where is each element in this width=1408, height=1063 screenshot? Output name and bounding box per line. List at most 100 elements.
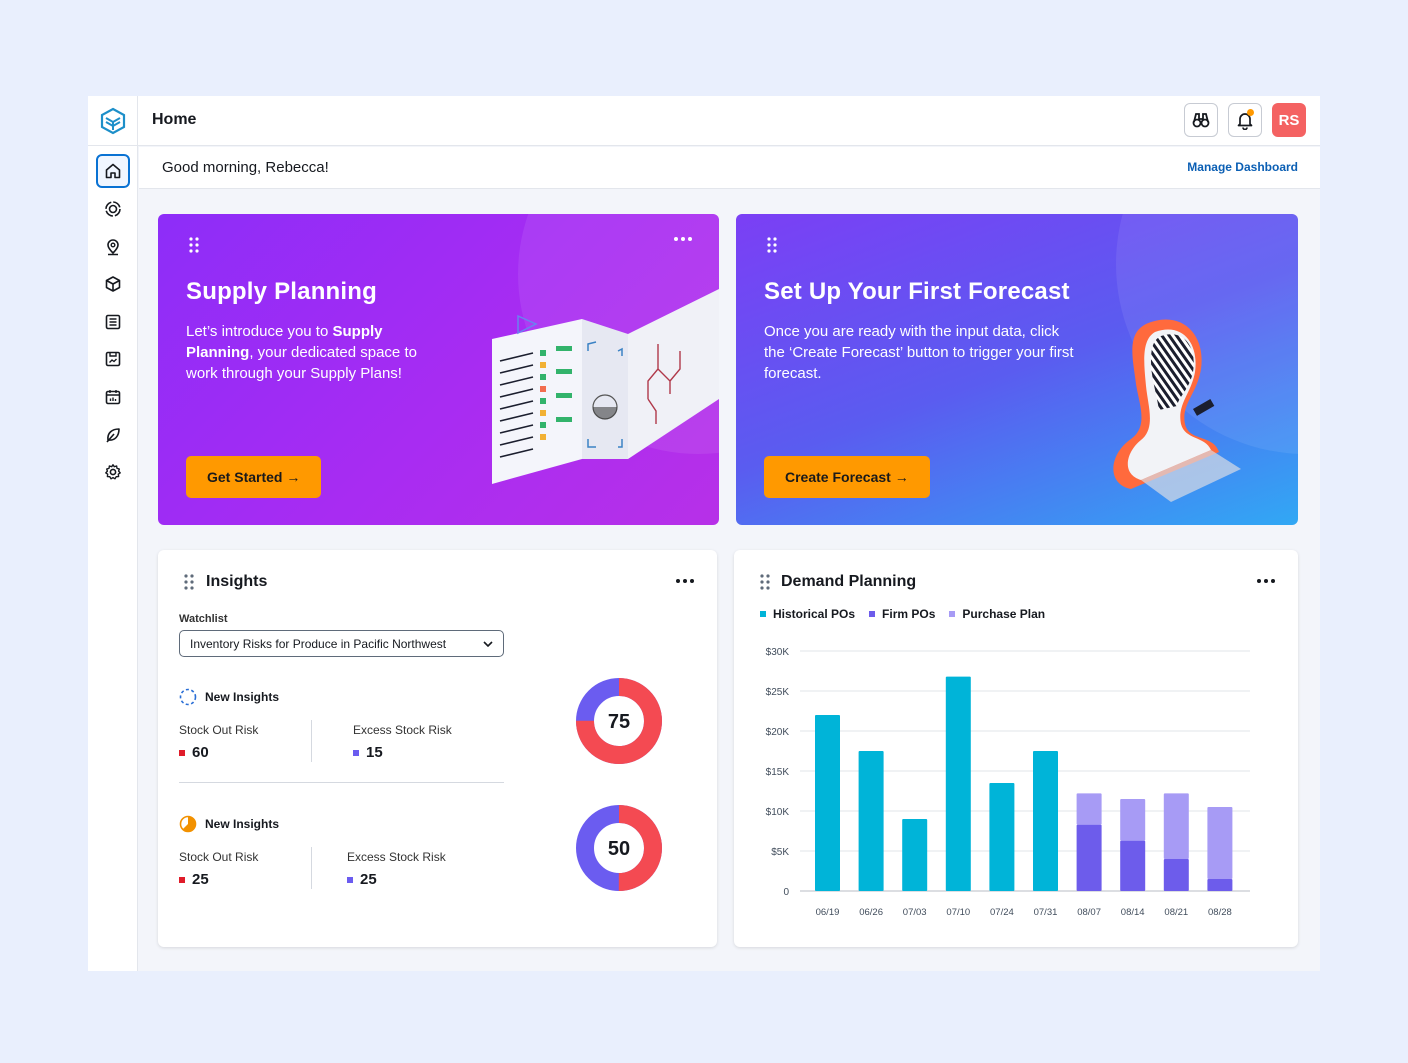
sidebar-item-home[interactable]	[96, 154, 130, 188]
chevron-down-icon	[483, 640, 493, 647]
pending-circle-icon	[179, 688, 197, 706]
x-tick-label: 08/28	[1208, 907, 1232, 918]
greeting-text: Good morning, Rebecca!	[162, 159, 329, 176]
stock-out-risk-label: Stock Out Risk	[179, 850, 259, 864]
sidebar-item-settings[interactable]	[96, 455, 130, 489]
x-tick-label: 08/14	[1121, 907, 1145, 918]
bar	[989, 783, 1015, 891]
watchlist-value: Inventory Risks for Produce in Pacific N…	[190, 636, 447, 651]
notification-dot	[1247, 109, 1254, 116]
sidebar	[88, 146, 138, 971]
supply-planning-illustration	[492, 289, 719, 484]
donut-total: 50	[608, 838, 630, 860]
excess-stock-risk-label: Excess Stock Risk	[347, 850, 446, 864]
supply-planning-banner: Supply Planning Let’s introduce you to S…	[158, 214, 719, 525]
excess-stock-risk-label: Excess Stock Risk	[353, 723, 452, 737]
sidebar-item-list[interactable]	[96, 305, 130, 339]
leaf-icon	[106, 428, 120, 443]
y-tick-label: $5K	[771, 847, 789, 858]
sidebar-item-inventory[interactable]	[96, 267, 130, 301]
demand-bar-chart: 0 $5K $10K $15K $20K $25K $30K 06/19 06/26 07/03 0…	[766, 647, 1250, 918]
home-icon	[105, 163, 121, 179]
donut-total: 75	[608, 711, 630, 733]
app-frame: Home RS Good morning, Rebecca! Manage Da…	[88, 96, 1320, 971]
bar	[1163, 793, 1189, 859]
bar	[815, 715, 840, 891]
bar	[1076, 824, 1102, 891]
stock-out-risk-label: Stock Out Risk	[179, 723, 259, 737]
manage-dashboard-link[interactable]: Manage Dashboard	[1187, 160, 1298, 174]
top-bar: Home RS	[88, 96, 1320, 146]
drag-handle-icon[interactable]	[183, 573, 195, 591]
sidebar-item-sustainability[interactable]	[96, 418, 130, 452]
sidebar-item-reports[interactable]	[96, 342, 130, 376]
binoculars-button[interactable]	[1184, 103, 1218, 137]
report-icon	[105, 351, 121, 367]
sidebar-item-locations[interactable]	[96, 230, 130, 264]
y-tick-label: $10K	[766, 807, 790, 818]
drag-handle-icon[interactable]	[766, 236, 778, 254]
bar	[1207, 879, 1233, 891]
forecast-illustration	[1113, 319, 1241, 502]
y-tick-label: $30K	[766, 647, 790, 658]
bar	[902, 819, 928, 891]
more-options-icon[interactable]	[673, 236, 693, 242]
demand-planning-card: Demand Planning Historical POs Firm POs Pu…	[734, 550, 1298, 947]
bar	[1163, 859, 1189, 891]
watchlist-select[interactable]: Inventory Risks for Produce in Pacific N…	[179, 630, 504, 657]
y-tick-label: 0	[783, 887, 789, 898]
risk-donut-chart: 50	[576, 805, 662, 891]
supply-planning-description: Let’s introduce you to Supply Planning, …	[186, 323, 417, 382]
top-actions: RS	[1184, 103, 1306, 137]
create-forecast-button[interactable]: Create Forecast →	[764, 456, 930, 498]
bar	[1207, 807, 1233, 879]
y-tick-label: $25K	[766, 687, 790, 698]
app-logo-icon[interactable]	[88, 96, 138, 146]
bar	[1120, 840, 1146, 891]
sidebar-item-calendar[interactable]	[96, 380, 130, 414]
sidebar-item-target[interactable]	[96, 192, 130, 226]
bar	[1076, 793, 1102, 825]
x-tick-label: 07/10	[946, 907, 970, 918]
binoculars-icon	[1192, 113, 1210, 128]
more-options-icon[interactable]	[675, 578, 695, 584]
insights-card: Insights Watchlist Inventory Risks for P…	[158, 550, 717, 947]
first-forecast-banner: Set Up Your First Forecast Once you are …	[736, 214, 1298, 525]
watchlist-label: Watchlist	[179, 613, 228, 625]
stock-out-risk-value: 25	[179, 871, 209, 888]
risk-donut-chart: 75	[576, 678, 662, 764]
drag-handle-icon[interactable]	[188, 236, 200, 254]
x-tick-label: 06/19	[816, 907, 840, 918]
excess-stock-risk-value: 25	[347, 871, 377, 888]
bar	[945, 676, 971, 891]
x-tick-label: 07/31	[1034, 907, 1058, 918]
insight-group-heading: New Insights	[179, 815, 279, 833]
get-started-button[interactable]: Get Started →	[186, 456, 322, 498]
x-tick-label: 08/21	[1164, 907, 1188, 918]
box-icon	[105, 276, 121, 292]
excess-stock-risk-value: 15	[353, 744, 383, 761]
list-icon	[105, 314, 121, 330]
x-tick-label: 08/07	[1077, 907, 1101, 918]
settings-gear-icon	[105, 464, 121, 480]
forecast-title: Set Up Your First Forecast	[764, 278, 1070, 305]
x-tick-label: 07/24	[990, 907, 1014, 918]
y-tick-label: $20K	[766, 727, 790, 738]
calendar-chart-icon	[105, 390, 121, 405]
location-pin-icon	[107, 239, 119, 256]
supply-planning-title: Supply Planning	[186, 278, 378, 305]
x-tick-label: 07/03	[903, 907, 927, 918]
insights-title: Insights	[206, 573, 268, 590]
notifications-button[interactable]	[1228, 103, 1262, 137]
y-tick-label: $15K	[766, 767, 790, 778]
bar	[858, 751, 884, 891]
stock-out-risk-value: 60	[179, 744, 209, 761]
partial-circle-icon	[179, 815, 197, 833]
bar	[1033, 751, 1058, 891]
target-icon	[105, 201, 121, 217]
insight-group-heading: New Insights	[179, 688, 279, 706]
greeting-bar: Good morning, Rebecca! Manage Dashboard	[139, 147, 1320, 189]
page-title: Home	[152, 111, 197, 128]
bar	[1120, 799, 1146, 841]
avatar[interactable]: RS	[1272, 103, 1306, 137]
